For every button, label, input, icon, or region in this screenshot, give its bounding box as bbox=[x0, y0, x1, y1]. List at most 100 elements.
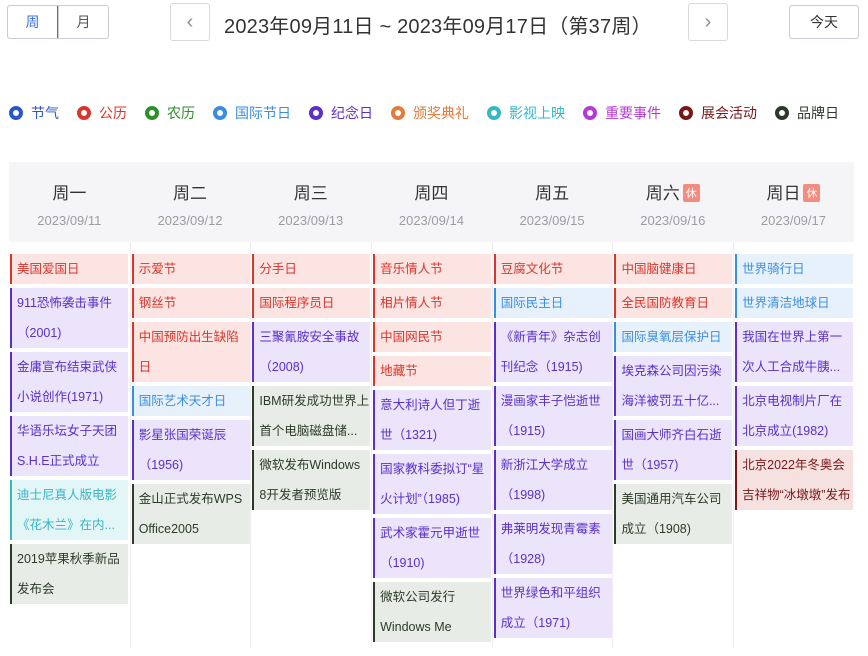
rest-day-badge: 休 bbox=[682, 184, 700, 202]
event-title: 意大利诗人但丁逝世（1321) bbox=[380, 398, 481, 442]
today-button[interactable]: 今天 bbox=[789, 5, 859, 39]
event-item[interactable]: 华语乐坛女子天团S.H.E正式成立 bbox=[10, 416, 128, 476]
legend-item[interactable]: 颁奖典礼 bbox=[391, 103, 469, 123]
legend-item[interactable]: 农历 bbox=[145, 103, 195, 123]
event-item[interactable]: 世界清洁地球日 bbox=[735, 288, 854, 318]
day-column: 世界骑行日世界清洁地球日我国在世界上第一次人工合成牛胰... 北京电视制片厂在北京… bbox=[733, 242, 854, 648]
event-item[interactable]: 金庸宣布结束武侠小说创作(1971) bbox=[10, 352, 128, 412]
event-title: 漫画家丰子恺逝世（1915) bbox=[500, 394, 601, 438]
event-item[interactable]: 全民国防教育日 bbox=[614, 288, 733, 318]
event-title: 国家教科委拟订“星火计划”（1985) bbox=[380, 462, 485, 506]
event-title: 国际民主日 bbox=[500, 296, 564, 310]
event-item[interactable]: 世界绿色和平组织成立（1971) bbox=[493, 578, 612, 638]
event-item[interactable]: 三聚氰胺安全事故（2008) bbox=[252, 322, 371, 382]
legend-item[interactable]: 纪念日 bbox=[309, 103, 373, 123]
event-item[interactable]: 北京电视制片厂在北京成立(1982) bbox=[735, 386, 854, 446]
calendar-body: 美国爱国日 911恐怖袭击事件（2001) 金庸宣布结束武侠小说创作(1971) 华语… bbox=[9, 242, 854, 648]
legend-item[interactable]: 国际节日 bbox=[213, 103, 291, 123]
event-title: 国际臭氧层保护日 bbox=[621, 330, 722, 344]
event-title: 微软公司发行Windows Me bbox=[380, 590, 456, 634]
event-title: 弗莱明发现青霉素（1928) bbox=[500, 522, 601, 566]
event-title: 美国爱国日 bbox=[17, 262, 80, 276]
event-item[interactable]: 美国通用汽车公司成立（1908) bbox=[614, 484, 733, 544]
event-item[interactable]: 我国在世界上第一次人工合成牛胰... bbox=[735, 322, 854, 382]
event-item[interactable]: 微软公司发行Windows Me bbox=[373, 582, 492, 642]
day-header: 周日休 2023/09/17 bbox=[733, 162, 854, 242]
legend-item[interactable]: 影视上映 bbox=[487, 103, 565, 123]
day-date: 2023/09/14 bbox=[398, 213, 464, 228]
event-item[interactable]: 国际艺术天才日 bbox=[131, 386, 250, 416]
day-header: 周一 2023/09/11 bbox=[9, 162, 130, 242]
event-item[interactable]: 新浙江大学成立（1998) bbox=[493, 450, 612, 510]
legend-item[interactable]: 展会活动 bbox=[679, 103, 757, 123]
legend-dot-icon bbox=[213, 106, 227, 120]
legend-item[interactable]: 品牌日 bbox=[775, 103, 839, 123]
event-item[interactable]: 相片情人节 bbox=[373, 288, 492, 318]
day-date: 2023/09/13 bbox=[278, 213, 344, 228]
rest-day-badge: 休 bbox=[803, 184, 821, 202]
event-item[interactable]: 国画大师齐白石逝世（1957) bbox=[614, 420, 733, 480]
event-item[interactable]: 意大利诗人但丁逝世（1321) bbox=[373, 390, 492, 450]
event-item[interactable]: 国际程序员日 bbox=[252, 288, 371, 318]
event-item[interactable]: 地藏节 bbox=[373, 356, 492, 386]
legend-dot-icon bbox=[77, 106, 91, 120]
event-item[interactable]: 中国脑健康日 bbox=[614, 254, 733, 284]
event-title: IBM研发成功世界上首个电脑磁盘储... bbox=[259, 394, 370, 438]
event-title: 中国网民节 bbox=[380, 330, 443, 344]
event-item[interactable]: 分手日 bbox=[252, 254, 371, 284]
event-item[interactable]: 中国预防出生缺陷日 bbox=[131, 322, 250, 382]
event-item[interactable]: 音乐情人节 bbox=[373, 254, 492, 284]
day-name: 周四 bbox=[371, 179, 492, 204]
event-item[interactable]: 钢丝节 bbox=[131, 288, 250, 318]
day-date: 2023/09/15 bbox=[519, 213, 585, 228]
event-item[interactable]: 美国爱国日 bbox=[10, 254, 128, 284]
event-item[interactable]: 北京2022年冬奥会吉祥物“冰墩墩”发布 bbox=[735, 450, 854, 510]
legend-dot-icon bbox=[775, 106, 789, 120]
event-title: 埃克森公司因污染海洋被罚五十亿... bbox=[621, 364, 722, 408]
day-name: 周三 bbox=[250, 179, 371, 204]
event-item[interactable]: 武术家霍元甲逝世（1910) bbox=[373, 518, 492, 578]
event-title: 中国脑健康日 bbox=[621, 262, 697, 276]
event-title: 新浙江大学成立（1998) bbox=[500, 458, 589, 502]
event-item[interactable]: 迪士尼真人版电影《花木兰》在内... bbox=[10, 480, 128, 540]
day-header: 周二 2023/09/12 bbox=[130, 162, 251, 242]
event-item[interactable]: 911恐怖袭击事件（2001) bbox=[10, 288, 128, 348]
event-item[interactable]: 金山正式发布WPS Office2005 bbox=[131, 484, 250, 544]
legend-item[interactable]: 公历 bbox=[77, 103, 127, 123]
day-name: 周六休 bbox=[612, 179, 733, 204]
event-item[interactable]: 微软发布Windows 8开发者预览版 bbox=[252, 450, 371, 510]
event-item[interactable]: 2019苹果秋季新品发布会 bbox=[10, 544, 128, 604]
legend-dot-icon bbox=[145, 106, 159, 120]
prev-week-button[interactable]: ‹ bbox=[170, 3, 210, 41]
event-item[interactable]: 世界骑行日 bbox=[735, 254, 854, 284]
event-item[interactable]: 豆腐文化节 bbox=[493, 254, 612, 284]
event-title: 示爱节 bbox=[138, 262, 177, 276]
event-item[interactable]: 漫画家丰子恺逝世（1915) bbox=[493, 386, 612, 446]
event-title: 国际程序员日 bbox=[259, 296, 335, 310]
event-item[interactable]: 弗莱明发现青霉素（1928) bbox=[493, 514, 612, 574]
week-view-button[interactable]: 周 bbox=[8, 6, 58, 38]
event-item[interactable]: 国家教科委拟订“星火计划”（1985) bbox=[373, 454, 492, 514]
event-item[interactable]: 影星张国荣诞辰（1956) bbox=[131, 420, 250, 480]
day-date: 2023/09/11 bbox=[37, 213, 102, 228]
month-view-button[interactable]: 月 bbox=[58, 6, 108, 38]
legend-label: 影视上映 bbox=[509, 105, 565, 121]
event-title: 金山正式发布WPS Office2005 bbox=[138, 492, 243, 536]
event-title: 国画大师齐白石逝世（1957) bbox=[621, 428, 722, 472]
day-name-text: 周日 bbox=[766, 184, 801, 203]
event-item[interactable]: 示爱节 bbox=[131, 254, 250, 284]
day-column: 音乐情人节相片情人节中国网民节地藏节意大利诗人但丁逝世（1321) 国家教科委拟订… bbox=[371, 242, 492, 648]
next-week-button[interactable]: › bbox=[688, 3, 728, 41]
event-item[interactable]: 国际臭氧层保护日 bbox=[614, 322, 733, 352]
legend-item[interactable]: 节气 bbox=[9, 103, 59, 123]
event-item[interactable]: 国际民主日 bbox=[493, 288, 612, 318]
event-item[interactable]: 中国网民节 bbox=[373, 322, 492, 352]
event-item[interactable]: 埃克森公司因污染海洋被罚五十亿... bbox=[614, 356, 733, 416]
event-item[interactable]: IBM研发成功世界上首个电脑磁盘储... bbox=[252, 386, 371, 446]
day-name-text: 周三 bbox=[293, 184, 328, 203]
day-column: 分手日国际程序员日三聚氰胺安全事故（2008) IBM研发成功世界上首个电脑磁盘储… bbox=[250, 242, 371, 648]
event-title: 迪士尼真人版电影《花木兰》在内... bbox=[17, 488, 118, 532]
legend-item[interactable]: 重要事件 bbox=[583, 103, 661, 123]
event-item[interactable]: 《新青年》杂志创刊纪念（1915) bbox=[493, 322, 612, 382]
day-column: 美国爱国日 911恐怖袭击事件（2001) 金庸宣布结束武侠小说创作(1971) 华语… bbox=[9, 242, 130, 648]
